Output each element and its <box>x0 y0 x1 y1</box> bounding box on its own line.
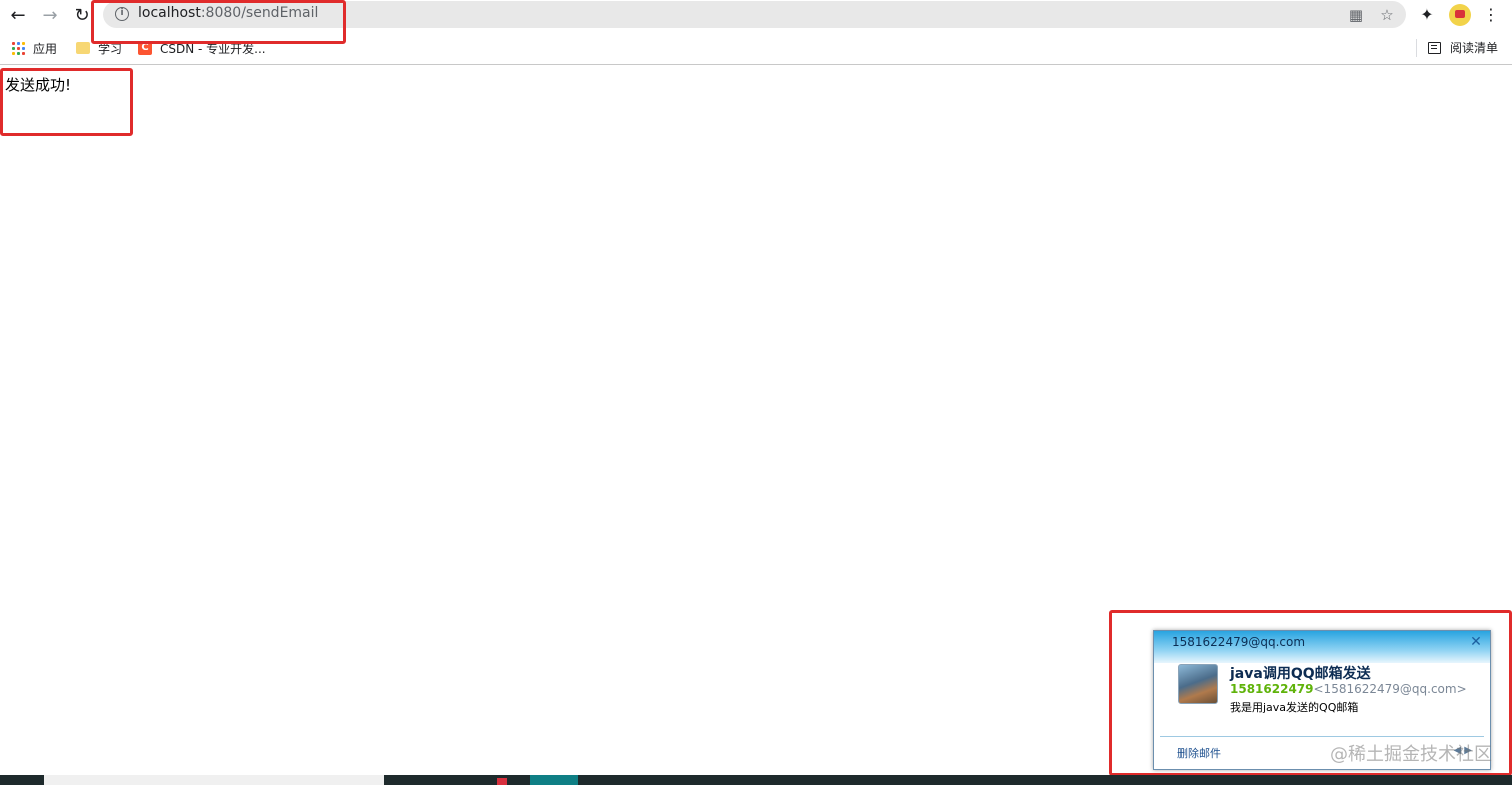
taskbar-search[interactable] <box>44 775 384 785</box>
bookmark-apps-label: 应用 <box>33 41 58 56</box>
extensions-icon[interactable]: ✦ <box>1417 5 1437 25</box>
bookmark-apps[interactable]: 应用 <box>12 39 57 57</box>
reading-list-button[interactable]: 阅读清单 <box>1427 39 1498 56</box>
extension-avatar-icon[interactable] <box>1449 4 1471 26</box>
taskbar-app-icon[interactable] <box>497 778 507 785</box>
menu-dots-icon[interactable]: ⋮ <box>1481 5 1501 25</box>
back-icon[interactable]: ← <box>6 3 30 27</box>
annotation-box-url <box>91 0 346 44</box>
apps-grid-icon <box>12 41 25 55</box>
reading-list-icon <box>1427 41 1441 54</box>
annotation-box-notification <box>1109 610 1512 776</box>
folder-icon <box>76 42 90 54</box>
translate-icon[interactable]: ▦ <box>1347 6 1365 24</box>
bookmark-divider <box>1416 39 1417 57</box>
star-icon[interactable]: ☆ <box>1378 6 1396 24</box>
toolbar-divider <box>0 64 1512 65</box>
taskbar-active-app[interactable] <box>530 775 578 785</box>
forward-icon[interactable]: → <box>38 3 62 27</box>
reading-list-label: 阅读清单 <box>1449 41 1498 55</box>
annotation-box-message <box>0 68 133 136</box>
